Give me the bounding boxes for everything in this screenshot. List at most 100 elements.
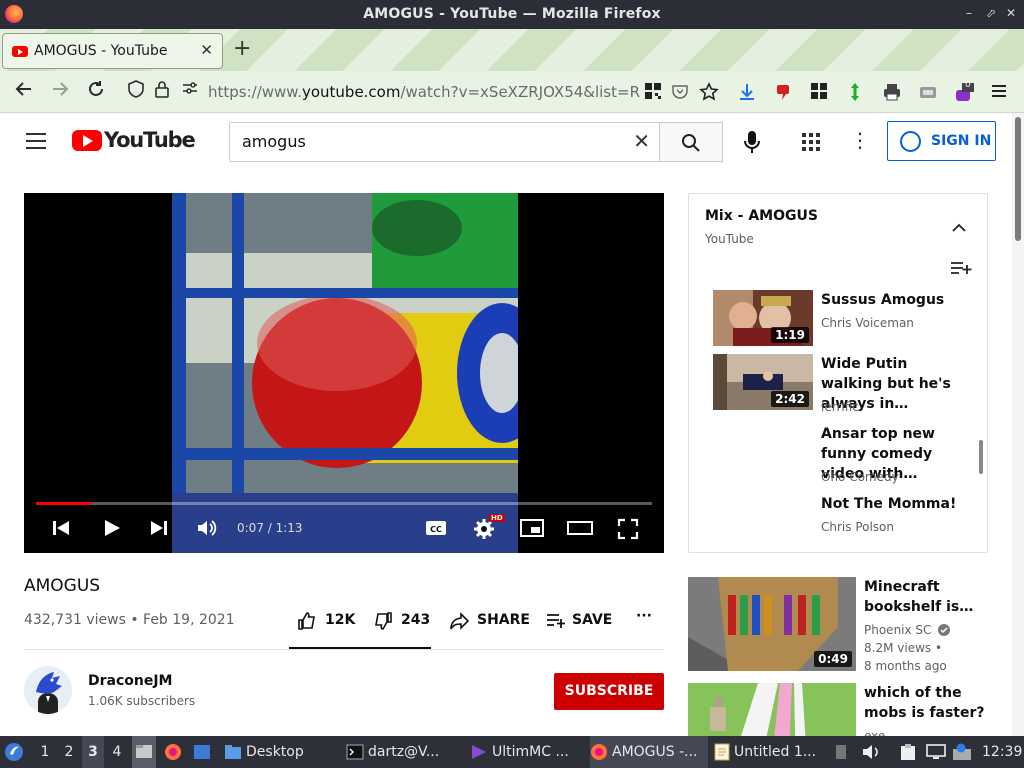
save-label: SAVE xyxy=(572,612,613,628)
more-actions-icon[interactable]: ··· xyxy=(636,608,652,624)
taskbar-window-ultimmc[interactable]: UltimMC ... xyxy=(470,736,588,768)
channel-avatar[interactable] xyxy=(24,666,72,714)
previous-icon[interactable] xyxy=(51,518,71,542)
add-to-playlist-icon[interactable] xyxy=(950,260,972,279)
show-desktop-launcher-icon[interactable] xyxy=(193,736,215,768)
forward-arrow-icon[interactable] xyxy=(48,80,72,104)
theater-mode-icon[interactable] xyxy=(567,518,593,542)
microphone-icon[interactable] xyxy=(740,129,764,155)
vertical-arrows-icon[interactable] xyxy=(847,82,867,102)
workspace-1[interactable]: 1 xyxy=(34,736,56,768)
extension-badge-icon[interactable]: 0 xyxy=(954,80,974,102)
settings-gear-icon[interactable]: HD xyxy=(473,514,505,544)
mix-item[interactable]: Ansar top new funny comedy video with… O… xyxy=(713,424,983,484)
mix-item-title: Not The Momma! xyxy=(821,496,957,512)
extension-badge-count: 0 xyxy=(965,80,971,90)
url-bar[interactable]: https://www.youtube.com/watch?v=xSeXZRJO… xyxy=(208,83,640,101)
clear-search-icon[interactable]: ✕ xyxy=(633,129,650,153)
taskbar-window-editor[interactable]: Untitled 1... xyxy=(714,736,832,768)
page-scrollbar-thumb[interactable] xyxy=(1015,117,1021,241)
folder-icon xyxy=(225,745,241,759)
mix-item[interactable]: Not The Momma! Chris Polson xyxy=(713,494,983,552)
search-button[interactable] xyxy=(659,122,723,162)
lock-icon[interactable] xyxy=(150,80,174,104)
mix-subtitle: YouTube xyxy=(705,232,754,246)
settings-kebab-icon[interactable]: ⋮ xyxy=(850,130,870,150)
new-tab-button[interactable]: + xyxy=(233,38,251,60)
search-input[interactable]: amogus ✕ xyxy=(229,122,660,162)
tab-strip: AMOGUS - YouTube ✕ + xyxy=(0,29,1024,71)
url-prefix: https://www. xyxy=(208,83,302,101)
apps-grid-icon[interactable] xyxy=(802,133,820,151)
mix-item[interactable]: 1:19 Sussus Amogus Chris Voiceman xyxy=(713,290,983,350)
youtube-logo-text[interactable]: YouTube xyxy=(104,128,196,152)
permissions-icon[interactable] xyxy=(178,80,202,102)
url-path: /watch?v=xSeXZRJOX54&list=RD5D xyxy=(400,83,640,101)
app-menu-icon[interactable] xyxy=(990,82,1010,102)
tracking-protection-shield-icon[interactable] xyxy=(124,80,148,104)
progress-track[interactable] xyxy=(36,502,652,505)
document-icon xyxy=(714,743,730,761)
tray-scroll-icon[interactable] xyxy=(835,736,851,768)
fullscreen-icon[interactable] xyxy=(617,518,639,544)
taskbar-window-label: AMOGUS -... xyxy=(612,744,698,760)
close-tab-icon[interactable]: ✕ xyxy=(200,41,213,59)
reload-icon[interactable] xyxy=(84,80,108,104)
collapse-chevron-icon[interactable] xyxy=(952,218,966,232)
mix-item[interactable]: 2:42 Wide Putin walking but he's always … xyxy=(713,354,983,414)
url-domain: youtube.com xyxy=(301,83,401,101)
miniplayer-icon[interactable] xyxy=(520,518,544,542)
start-menu-icon[interactable] xyxy=(4,736,30,768)
maximize-button[interactable]: ⬀ xyxy=(984,6,998,22)
taskbar-window-terminal[interactable]: dartz@V... xyxy=(346,736,466,768)
dislike-extension-icon[interactable] xyxy=(774,82,794,102)
bookmark-star-icon[interactable] xyxy=(699,82,719,102)
pocket-save-icon[interactable] xyxy=(671,82,691,102)
volume-tray-icon[interactable] xyxy=(862,736,884,768)
video-frame-image xyxy=(172,193,518,553)
window-title: AMOGUS - YouTube — Mozilla Firefox xyxy=(363,6,661,22)
minimize-button[interactable]: – xyxy=(962,6,976,22)
volume-icon[interactable] xyxy=(196,518,218,542)
hamburger-menu-icon[interactable] xyxy=(26,133,46,149)
next-icon[interactable] xyxy=(149,518,169,542)
clock[interactable]: 12:39 xyxy=(982,736,1022,768)
extensions-grid-icon[interactable] xyxy=(810,82,830,102)
youtube-logo-icon[interactable] xyxy=(72,130,102,151)
mix-title[interactable]: Mix - AMOGUS xyxy=(705,208,818,224)
back-arrow-icon[interactable] xyxy=(12,80,36,104)
recommended-title: which of the mobs is faster? xyxy=(864,685,985,721)
play-icon[interactable] xyxy=(102,518,122,542)
file-manager-launcher-icon[interactable] xyxy=(132,736,156,768)
video-player[interactable]: 0:07 / 1:13 CC HD xyxy=(24,193,664,553)
updates-tray-icon[interactable] xyxy=(952,736,974,768)
page-scrollbar[interactable] xyxy=(1012,113,1024,736)
taskbar-window-desktop[interactable]: Desktop xyxy=(224,736,340,768)
workspace-2[interactable]: 2 xyxy=(58,736,80,768)
sign-in-button[interactable]: SIGN IN xyxy=(887,121,996,161)
video-frame xyxy=(172,193,518,553)
channel-name[interactable]: DraconeJM xyxy=(88,673,173,689)
recommended-video[interactable]: 0:49 Minecraft bookshelf is… Phoenix SC … xyxy=(688,577,1008,673)
account-icon xyxy=(900,131,921,152)
qr-code-icon[interactable] xyxy=(644,82,664,102)
recommended-video[interactable]: which of the mobs is faster? exe xyxy=(688,683,1008,736)
captions-icon[interactable]: CC xyxy=(425,518,447,542)
recommended-channel-name: Phoenix SC xyxy=(864,623,932,637)
screenshot-icon[interactable] xyxy=(918,82,938,102)
mix-scrollbar[interactable] xyxy=(979,440,983,474)
tab-amogus-youtube[interactable]: AMOGUS - YouTube ✕ xyxy=(2,33,223,69)
clipboard-tray-icon[interactable] xyxy=(900,736,920,768)
close-window-button[interactable]: ✕ xyxy=(1004,6,1018,22)
display-tray-icon[interactable] xyxy=(926,736,948,768)
downloads-icon[interactable] xyxy=(737,82,757,102)
taskbar-window-firefox[interactable]: AMOGUS -... xyxy=(590,736,708,768)
workspace-3[interactable]: 3 xyxy=(82,736,104,768)
firefox-launcher-icon[interactable] xyxy=(164,736,186,768)
thumbs-up-icon xyxy=(298,612,315,630)
subscribe-button[interactable]: SUBSCRIBE xyxy=(554,673,664,710)
printer-icon[interactable] xyxy=(882,82,902,102)
workspace-4[interactable]: 4 xyxy=(106,736,128,768)
tab-title: AMOGUS - YouTube xyxy=(34,43,168,59)
thumbs-down-icon xyxy=(375,612,392,630)
